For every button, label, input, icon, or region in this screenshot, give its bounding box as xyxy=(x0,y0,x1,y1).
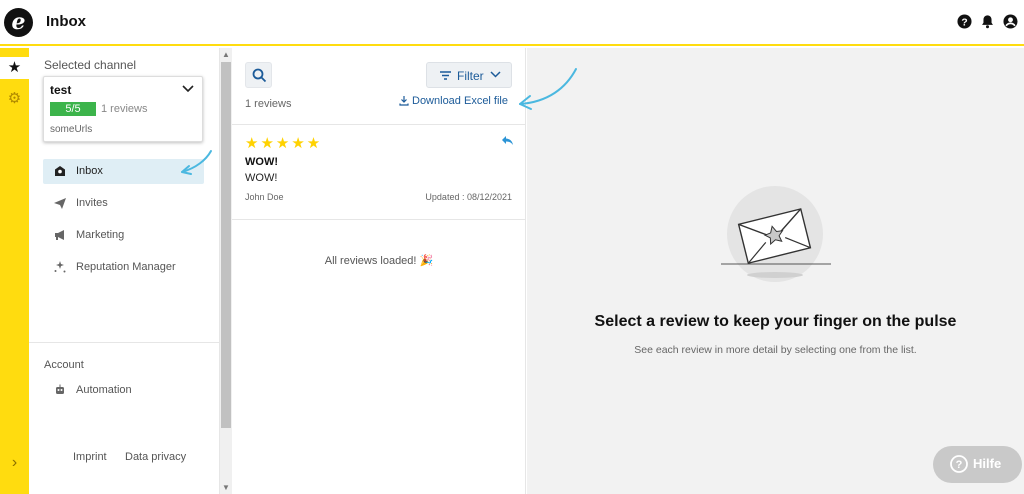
review-author: John Doe xyxy=(245,192,284,202)
channel-score-badge: 5/5 xyxy=(50,102,96,116)
download-excel-link[interactable]: Download Excel file xyxy=(399,95,508,107)
channel-name: test xyxy=(50,83,72,97)
sidebar-item-reputation-manager[interactable]: Reputation Manager xyxy=(43,255,204,280)
page-title: Inbox xyxy=(46,13,86,30)
data-privacy-link[interactable]: Data privacy xyxy=(125,451,186,463)
review-card[interactable]: ★★★★★ WOW! WOW! John Doe Updated : 08/12… xyxy=(232,125,526,219)
download-icon xyxy=(399,96,409,106)
scroll-thumb[interactable] xyxy=(221,62,231,428)
detail-empty-title: Select a review to keep your finger on t… xyxy=(594,313,957,330)
bell-icon[interactable] xyxy=(980,14,995,29)
top-icons: ? xyxy=(957,14,1018,29)
sidebar-scrollbar[interactable]: ▲ ▼ xyxy=(220,48,232,494)
chevron-down-icon xyxy=(182,85,194,93)
scroll-down-arrow[interactable]: ▼ xyxy=(222,483,230,492)
review-body: WOW! xyxy=(245,172,278,184)
review-date: Updated : 08/12/2021 xyxy=(425,192,512,202)
help-button[interactable]: ? Hilfe xyxy=(933,446,1022,483)
all-loaded-message: All reviews loaded! 🎉 xyxy=(324,255,434,267)
star-icon[interactable]: ★ xyxy=(0,57,29,79)
sidebar-item-label: Invites xyxy=(76,197,108,209)
sidebar-item-label: Inbox xyxy=(76,165,103,177)
channel-url: someUrls xyxy=(50,124,93,135)
channel-selector[interactable]: test 5/5 1 reviews someUrls xyxy=(43,76,203,142)
imprint-link[interactable]: Imprint xyxy=(73,451,107,463)
help-icon[interactable]: ? xyxy=(957,14,972,29)
list-divider xyxy=(232,219,526,220)
download-label: Download Excel file xyxy=(412,95,508,107)
sidebar-item-marketing[interactable]: Marketing xyxy=(43,223,204,248)
scroll-up-arrow[interactable]: ▲ xyxy=(222,50,230,59)
review-count: 1 reviews xyxy=(245,98,292,110)
megaphone-icon xyxy=(55,230,64,240)
svg-text:?: ? xyxy=(961,17,967,28)
help-label: Hilfe xyxy=(973,456,1002,471)
search-button[interactable] xyxy=(245,62,272,88)
sparkle-icon xyxy=(54,261,66,273)
send-icon xyxy=(54,198,66,209)
sidebar-item-label: Automation xyxy=(76,384,132,396)
detail-empty-subtitle: See each review in more detail by select… xyxy=(634,344,917,356)
brand-logo[interactable]: e xyxy=(4,8,33,37)
left-icon-strip: ★ ⚙ › xyxy=(0,48,29,494)
help-icon: ? xyxy=(950,455,968,473)
search-icon xyxy=(252,68,267,83)
filter-label: Filter xyxy=(457,69,484,83)
reply-icon[interactable] xyxy=(501,135,514,146)
sidebar-item-invites[interactable]: Invites xyxy=(43,191,204,216)
svg-text:?: ? xyxy=(956,459,963,471)
sidebar-item-automation[interactable]: Automation xyxy=(43,378,204,403)
filter-button[interactable]: Filter xyxy=(426,62,512,88)
sidebar: Selected channel test 5/5 1 reviews some… xyxy=(29,48,220,494)
review-detail-pane: Select a review to keep your finger on t… xyxy=(527,48,1024,494)
annotation-arrow-icon xyxy=(519,68,577,110)
review-list: Filter 1 reviews Download Excel file ★★★… xyxy=(232,48,526,494)
envelope-illustration xyxy=(721,186,831,282)
sidebar-item-label: Reputation Manager xyxy=(76,261,176,273)
selected-channel-label: Selected channel xyxy=(44,58,137,72)
user-icon[interactable] xyxy=(1003,14,1018,29)
account-label: Account xyxy=(44,359,84,371)
filter-icon xyxy=(440,71,451,80)
top-bar: e Inbox ? xyxy=(0,0,1024,46)
inbox-icon xyxy=(55,166,65,176)
logo-letter: e xyxy=(11,9,26,35)
star-rating: ★★★★★ xyxy=(245,135,323,152)
chevron-down-icon xyxy=(490,71,501,78)
annotation-arrow-icon xyxy=(181,150,212,175)
sidebar-item-label: Marketing xyxy=(76,229,125,241)
robot-icon xyxy=(56,384,64,394)
channel-review-count: 1 reviews xyxy=(101,103,148,115)
sidebar-divider xyxy=(29,342,220,343)
gear-icon[interactable]: ⚙ xyxy=(0,88,29,110)
review-title: WOW! xyxy=(245,156,278,168)
chevron-right-icon[interactable]: › xyxy=(0,452,29,474)
